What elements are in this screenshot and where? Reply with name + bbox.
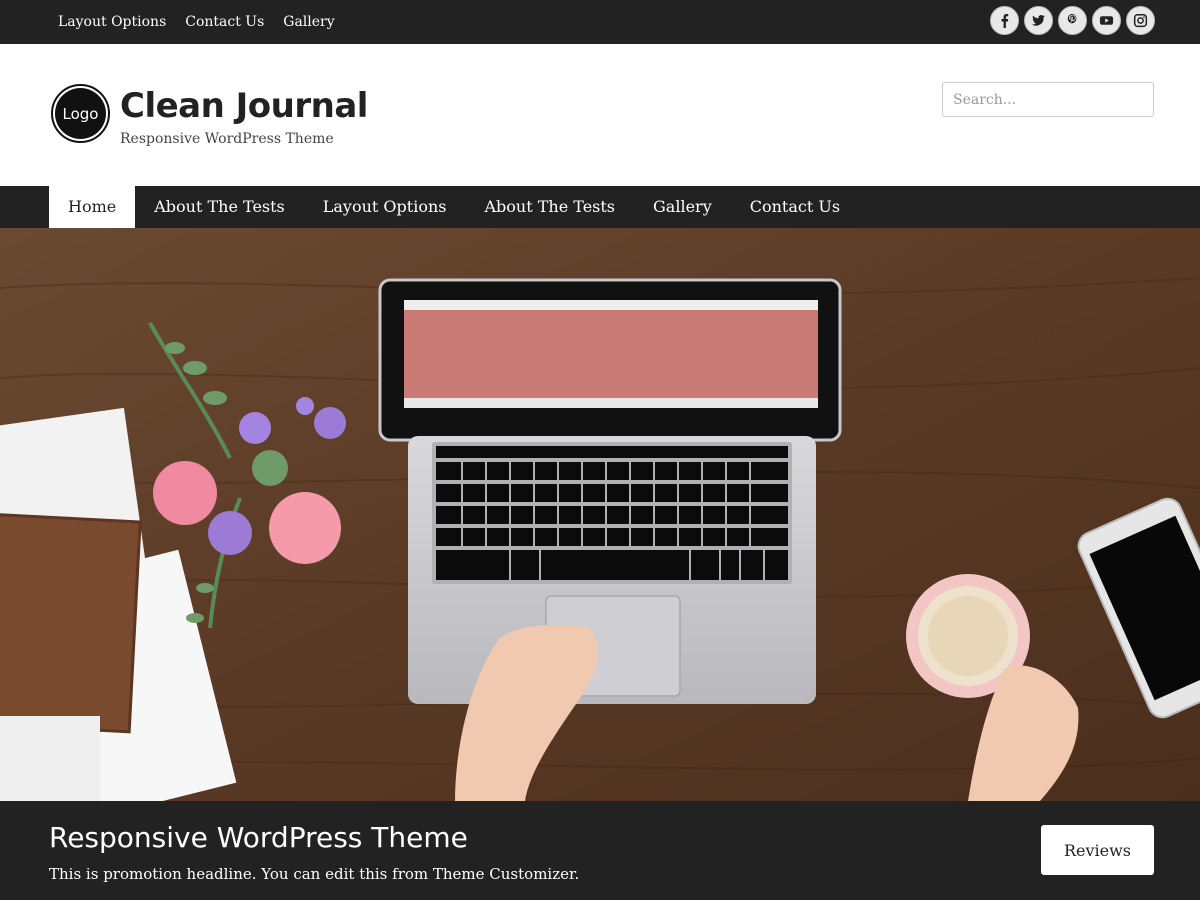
search-input[interactable] — [942, 82, 1154, 117]
site-header: Logo Clean Journal Responsive WordPress … — [0, 44, 1200, 186]
youtube-icon[interactable] — [1092, 6, 1121, 35]
nav-item-about-the-tests[interactable]: About The Tests — [135, 186, 304, 228]
desk-photo — [0, 228, 1200, 801]
site-tagline: Responsive WordPress Theme — [120, 131, 334, 147]
promotion-bar: Responsive WordPress Theme This is promo… — [0, 801, 1200, 900]
facebook-icon[interactable] — [990, 6, 1019, 35]
nav-item-home[interactable]: Home — [49, 186, 136, 228]
top-nav-contact-us[interactable]: Contact Us — [185, 13, 264, 31]
nav-item-contact-us[interactable]: Contact Us — [731, 186, 859, 228]
social-links — [990, 6, 1155, 35]
top-nav-layout-options[interactable]: Layout Options — [58, 13, 166, 31]
twitter-icon[interactable] — [1024, 6, 1053, 35]
nav-item-about-the-tests-2[interactable]: About The Tests — [465, 186, 634, 228]
site-title[interactable]: Clean Journal — [120, 84, 368, 128]
hero-image — [0, 228, 1200, 801]
promo-title: Responsive WordPress Theme — [49, 821, 468, 854]
main-nav: Home About The Tests Layout Options Abou… — [0, 186, 1200, 228]
promo-text: This is promotion headline. You can edit… — [49, 865, 580, 883]
top-nav: Layout Options Contact Us Gallery — [58, 13, 335, 31]
top-bar: Layout Options Contact Us Gallery — [0, 0, 1200, 44]
nav-item-layout-options[interactable]: Layout Options — [304, 186, 466, 228]
instagram-icon[interactable] — [1126, 6, 1155, 35]
pinterest-icon[interactable] — [1058, 6, 1087, 35]
site-logo[interactable]: Logo — [51, 84, 110, 143]
nav-item-gallery[interactable]: Gallery — [634, 186, 731, 228]
top-nav-gallery[interactable]: Gallery — [283, 13, 334, 31]
logo-text: Logo — [55, 88, 106, 139]
reviews-button[interactable]: Reviews — [1041, 825, 1154, 875]
